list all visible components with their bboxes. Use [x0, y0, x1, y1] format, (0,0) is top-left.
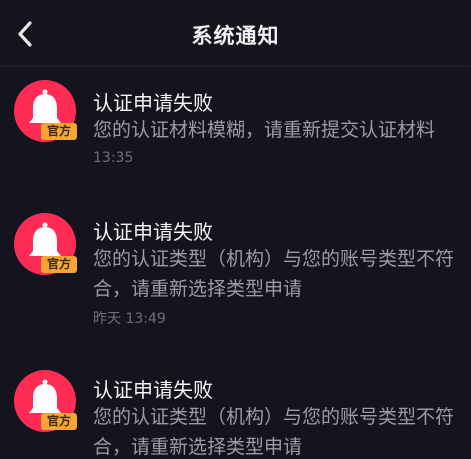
- message-body: 您的认证类型（机构）与您的账号类型不符合，请重新选择类型申请: [93, 406, 455, 458]
- official-badge: 官方: [41, 413, 77, 430]
- avatar: 官方: [14, 370, 77, 432]
- notification-item[interactable]: 官方 认证申请失败 您的认证类型（机构）与您的账号类型不符合，请重新选择类型申请: [0, 0, 471, 459]
- notification-screen: 系统通知 官方 认证申请失败 您的认证材料模糊，请重新提交认证材料 13:35 …: [0, 0, 471, 459]
- message-title: 认证申请失败: [93, 378, 213, 402]
